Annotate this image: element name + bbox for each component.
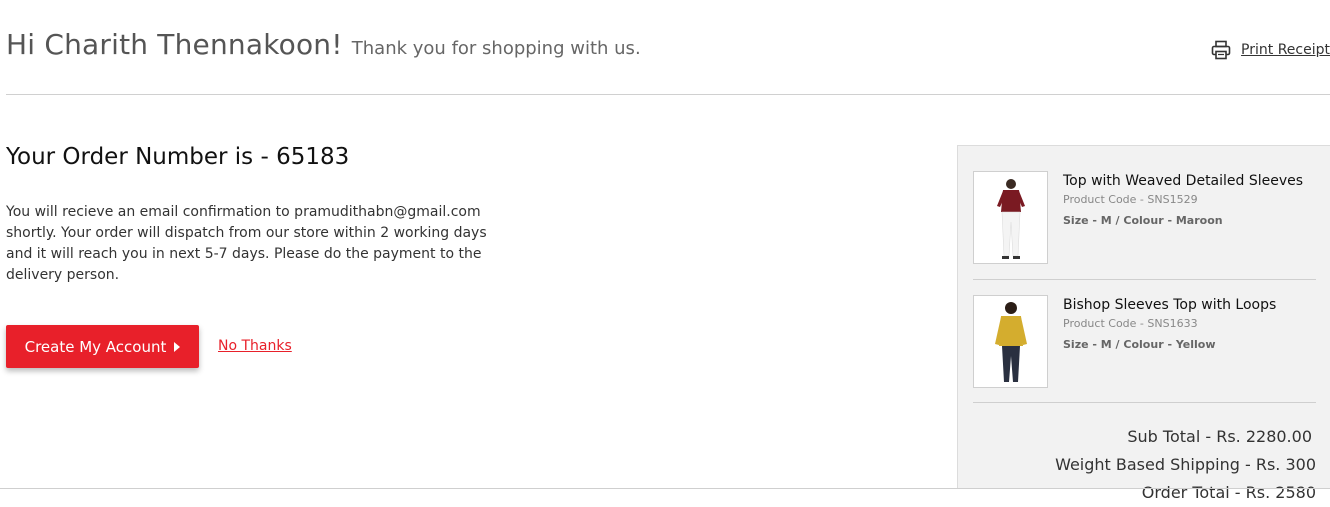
printer-icon[interactable] bbox=[1211, 40, 1231, 60]
no-thanks-link[interactable]: No Thanks bbox=[218, 338, 292, 354]
shipping-cost: Weight Based Shipping - Rs. 300 bbox=[1055, 455, 1316, 474]
sub-total: Sub Total - Rs. 2280.00 bbox=[1127, 427, 1312, 446]
product-image[interactable] bbox=[973, 171, 1048, 264]
product-code: Product Code - SNS1633 bbox=[1063, 317, 1198, 330]
product-code: Product Code - SNS1529 bbox=[1063, 193, 1198, 206]
header-divider bbox=[6, 94, 1330, 95]
cart-item[interactable]: Top with Weaved Detailed Sleeves Product… bbox=[973, 171, 1316, 265]
order-number-title: Your Order Number is - 65183 bbox=[6, 144, 350, 170]
order-confirmation-message: You will recieve an email confirmation t… bbox=[6, 204, 487, 283]
create-account-button[interactable]: Create My Account bbox=[6, 325, 199, 368]
item-divider bbox=[973, 402, 1316, 403]
order-total: Order Total - Rs. 2580 bbox=[1141, 483, 1316, 502]
item-divider bbox=[973, 279, 1316, 280]
product-attributes: Size - M / Colour - Maroon bbox=[1063, 214, 1223, 227]
product-attributes: Size - M / Colour - Yellow bbox=[1063, 338, 1216, 351]
customer-greeting: Hi Charith Thennakoon! bbox=[6, 28, 343, 61]
print-receipt[interactable]: Print Receipt bbox=[1211, 40, 1330, 60]
print-receipt-link[interactable]: Print Receipt bbox=[1241, 42, 1330, 58]
cart-item[interactable]: Bishop Sleeves Top with Loops Product Co… bbox=[973, 295, 1316, 389]
create-account-label: Create My Account bbox=[24, 337, 167, 356]
product-title[interactable]: Top with Weaved Detailed Sleeves bbox=[1063, 173, 1323, 189]
product-title[interactable]: Bishop Sleeves Top with Loops bbox=[1063, 297, 1323, 313]
caret-right-icon bbox=[174, 341, 181, 352]
order-summary-panel: Top with Weaved Detailed Sleeves Product… bbox=[957, 145, 1330, 502]
thanks-text: Thank you for shopping with us. bbox=[351, 38, 641, 59]
greeting-heading: Hi Charith Thennakoon! Thank you for sho… bbox=[6, 28, 641, 61]
product-image[interactable] bbox=[973, 295, 1048, 388]
order-totals: Sub Total - Rs. 2280.00 Weight Based Shi… bbox=[1055, 423, 1316, 507]
